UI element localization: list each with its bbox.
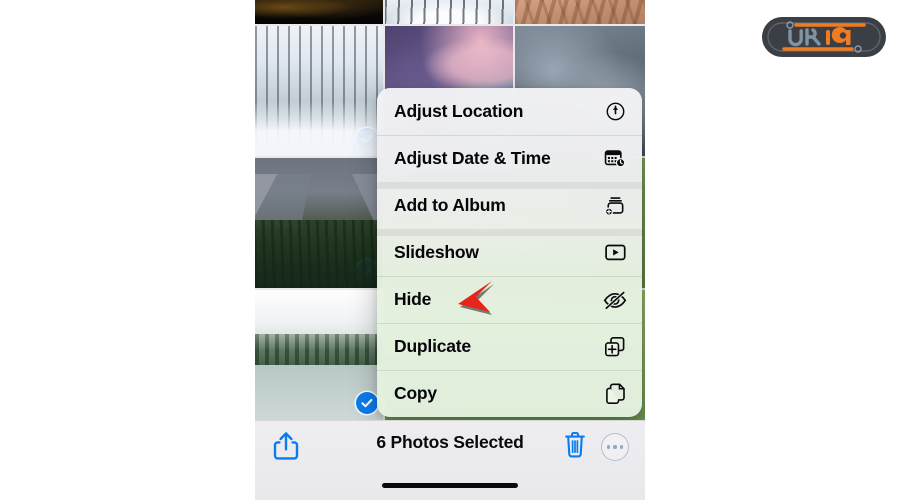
duplicate-plus-icon bbox=[603, 335, 627, 359]
checkmark-circle-icon[interactable] bbox=[356, 260, 378, 282]
screenshot-canvas: Adjust Location Adjust Date & Time bbox=[0, 0, 900, 500]
context-menu: Adjust Location Adjust Date & Time bbox=[377, 88, 642, 417]
photo-cell-snowy-branches[interactable] bbox=[385, 0, 513, 24]
menu-item-adjust-location[interactable]: Adjust Location bbox=[377, 88, 642, 135]
phone-screen: Adjust Location Adjust Date & Time bbox=[255, 0, 645, 500]
trash-icon[interactable] bbox=[563, 431, 587, 464]
copy-pages-icon bbox=[603, 382, 627, 406]
menu-item-add-to-album[interactable]: Add to Album bbox=[377, 182, 642, 229]
eye-slash-icon bbox=[603, 288, 627, 312]
calendar-clock-icon bbox=[603, 147, 627, 171]
menu-item-hide[interactable]: Hide bbox=[377, 276, 642, 323]
home-indicator bbox=[382, 483, 518, 488]
album-add-icon bbox=[603, 194, 627, 218]
checkmark-circle-icon[interactable] bbox=[356, 128, 378, 150]
photo-cell-dark-night-scene[interactable] bbox=[255, 0, 383, 24]
play-rectangle-icon bbox=[603, 241, 627, 265]
ellipsis-circle-icon[interactable] bbox=[601, 433, 629, 461]
menu-item-copy[interactable]: Copy bbox=[377, 370, 642, 417]
menu-item-label: Add to Album bbox=[394, 195, 603, 216]
photo-cell-snowy-pine-forest[interactable] bbox=[255, 26, 383, 156]
menu-item-label: Hide bbox=[394, 289, 603, 310]
menu-item-adjust-date-time[interactable]: Adjust Date & Time bbox=[377, 135, 642, 182]
checkmark-circle-icon[interactable] bbox=[356, 392, 378, 414]
selection-toolbar: 6 Photos Selected bbox=[255, 420, 645, 500]
menu-item-label: Adjust Date & Time bbox=[394, 148, 603, 169]
photo-cell-mountain-valley[interactable] bbox=[255, 158, 383, 288]
ellipsis-dots bbox=[607, 445, 623, 448]
menu-item-label: Copy bbox=[394, 383, 603, 404]
menu-item-slideshow[interactable]: Slideshow bbox=[377, 229, 642, 276]
location-pin-circle-icon bbox=[603, 100, 627, 124]
menu-item-label: Adjust Location bbox=[394, 101, 603, 122]
menu-item-duplicate[interactable]: Duplicate bbox=[377, 323, 642, 370]
photo-cell-foggy-lake[interactable] bbox=[255, 290, 383, 420]
menu-item-label: Duplicate bbox=[394, 336, 603, 357]
menu-item-label: Slideshow bbox=[394, 242, 603, 263]
photo-cell-sand-dunes[interactable] bbox=[515, 0, 645, 24]
watermark-logo bbox=[760, 14, 888, 60]
